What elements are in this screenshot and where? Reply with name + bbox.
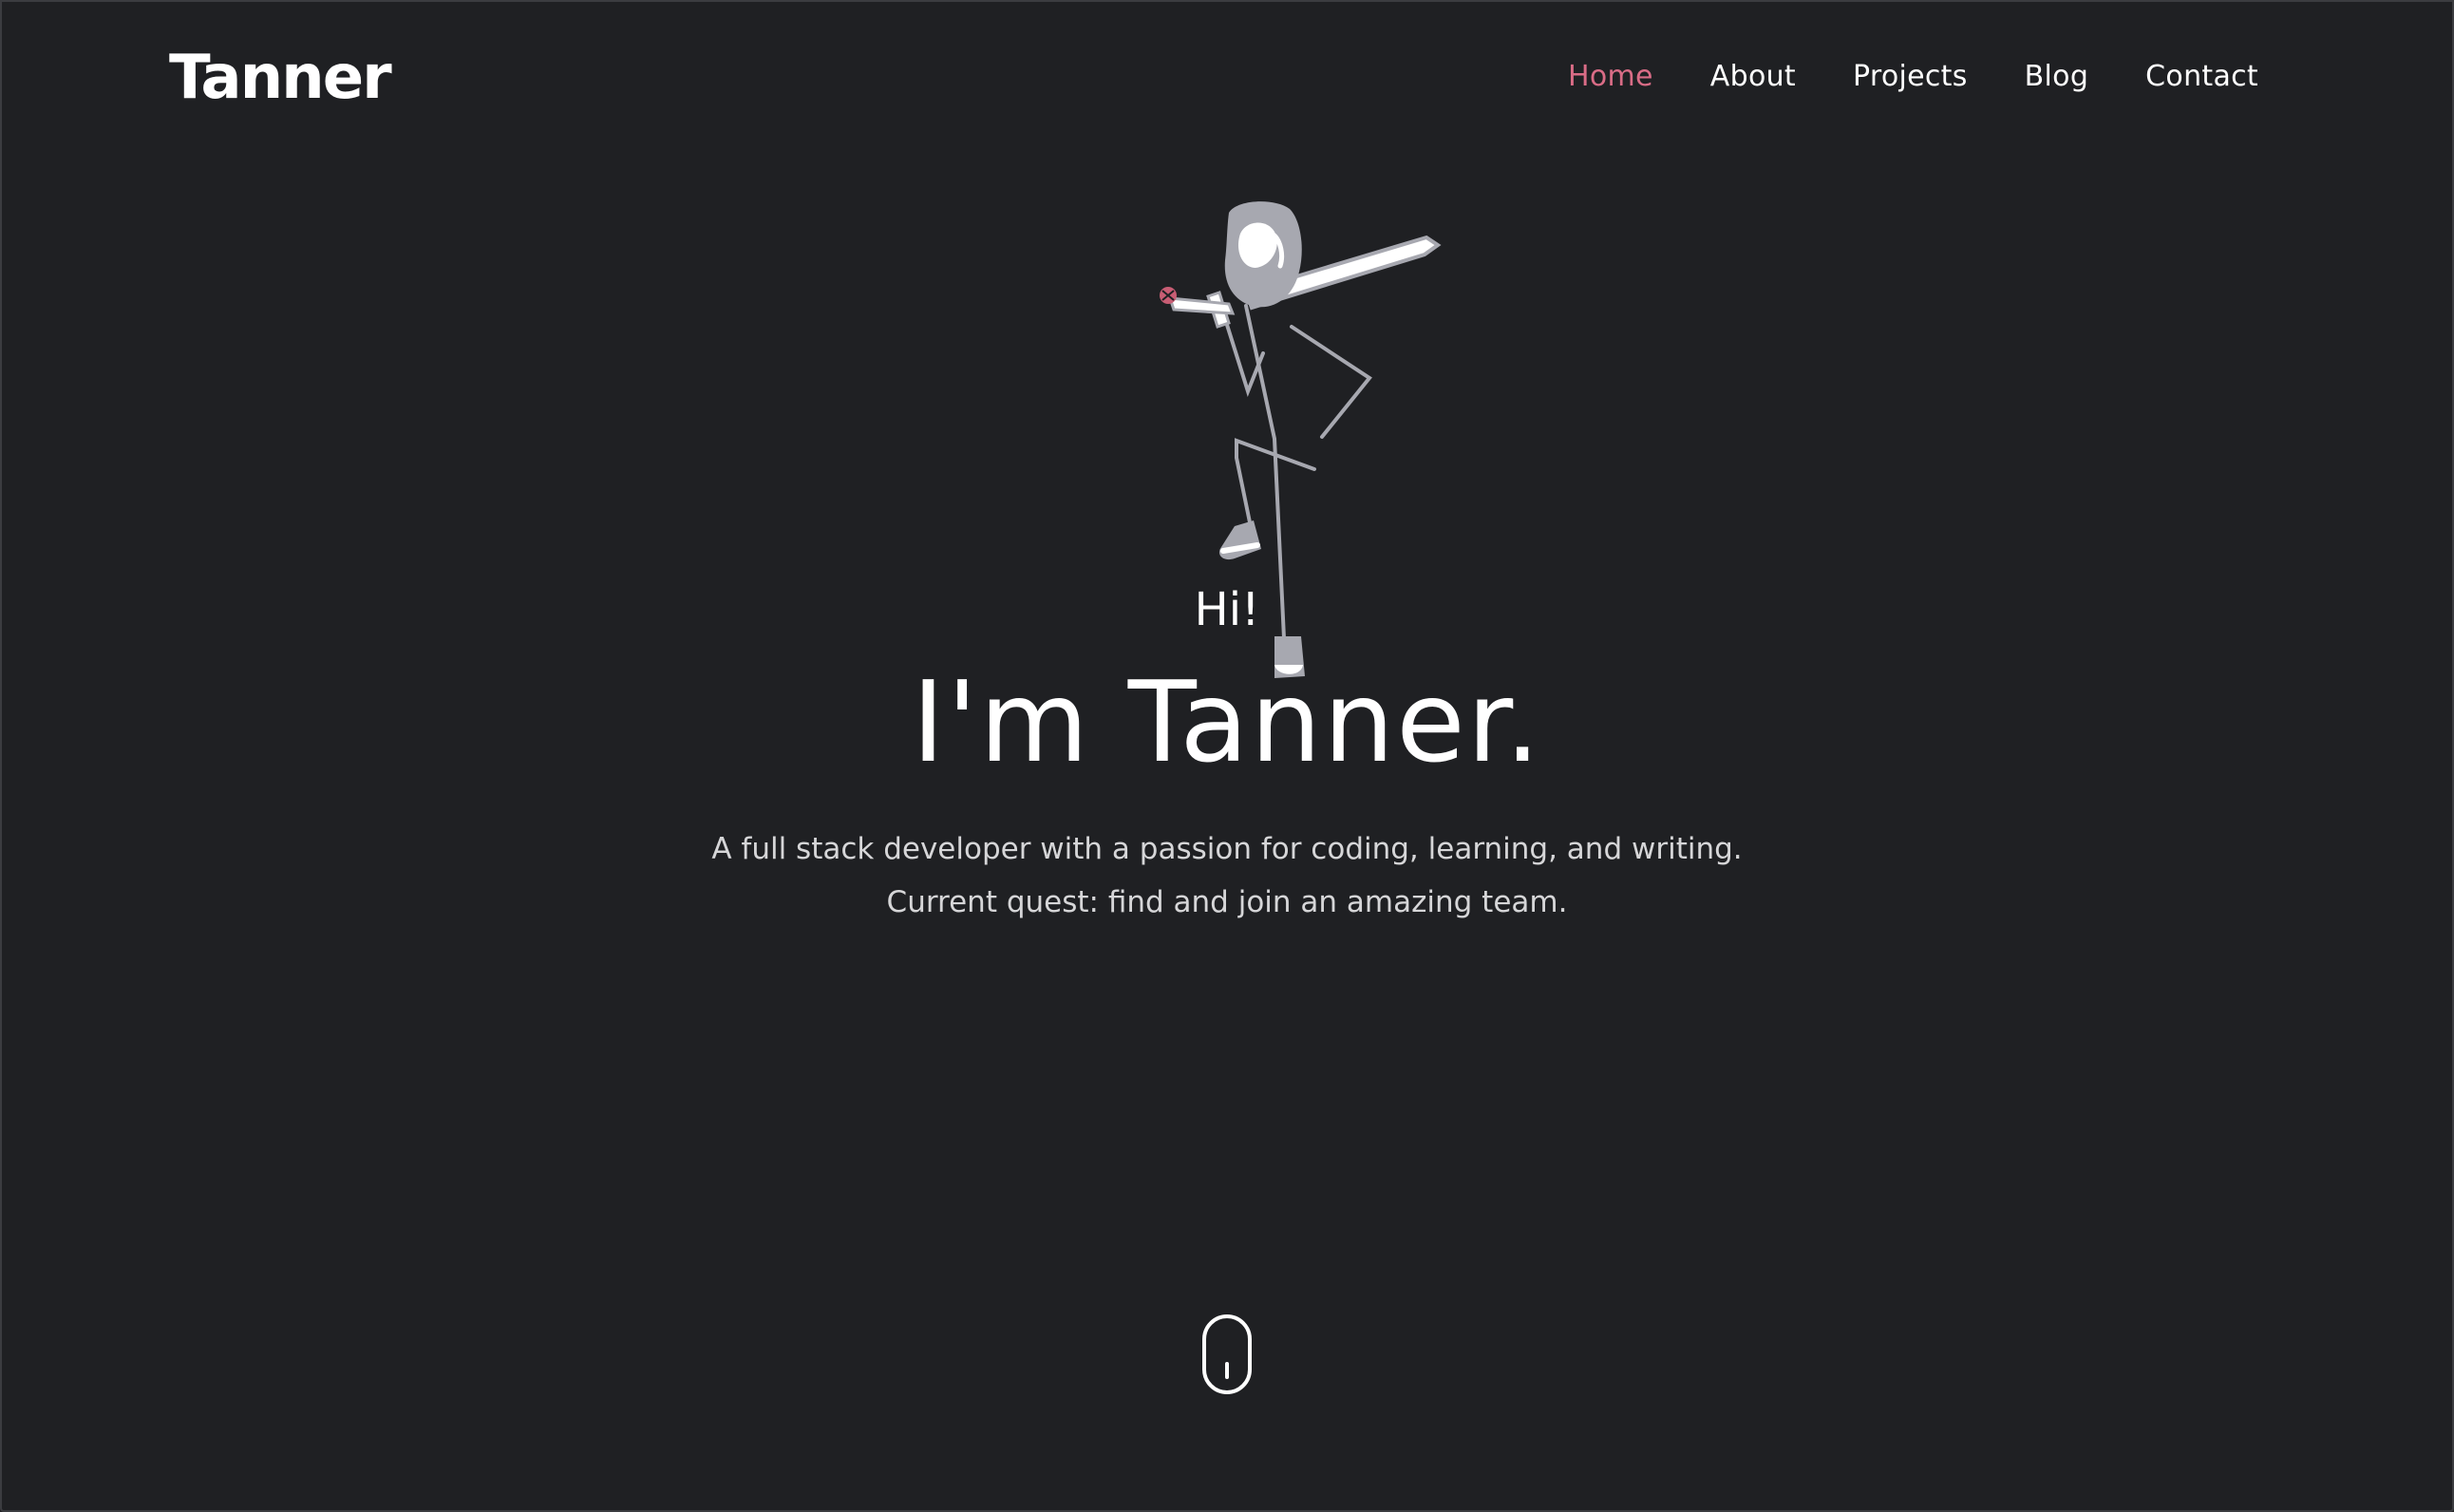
tagline-line-1: A full stack developer with a passion fo… — [711, 832, 1743, 866]
nav-projects[interactable]: Projects — [1853, 55, 1968, 99]
nav-contact[interactable]: Contact — [2145, 55, 2258, 99]
scroll-wheel — [1225, 1362, 1229, 1379]
mouse-scroll-icon[interactable] — [1202, 1314, 1252, 1394]
nav-about[interactable]: About — [1710, 55, 1796, 99]
tagline-line-2: Current quest: find and join an amazing … — [886, 885, 1568, 919]
main-nav: Home About Projects Blog Contact — [1511, 55, 2258, 99]
hero-title: I'm Tanner. — [912, 656, 1542, 787]
nav-home[interactable]: Home — [1568, 55, 1653, 99]
site-logo[interactable]: Tanner — [169, 42, 392, 114]
nav-blog[interactable]: Blog — [2025, 55, 2089, 99]
page-frame: Tanner Home About Projects Blog Contact — [0, 0, 2454, 1512]
hero-greeting: Hi! — [1194, 583, 1260, 636]
hero-tagline: A full stack developer with a passion fo… — [2, 822, 2452, 929]
